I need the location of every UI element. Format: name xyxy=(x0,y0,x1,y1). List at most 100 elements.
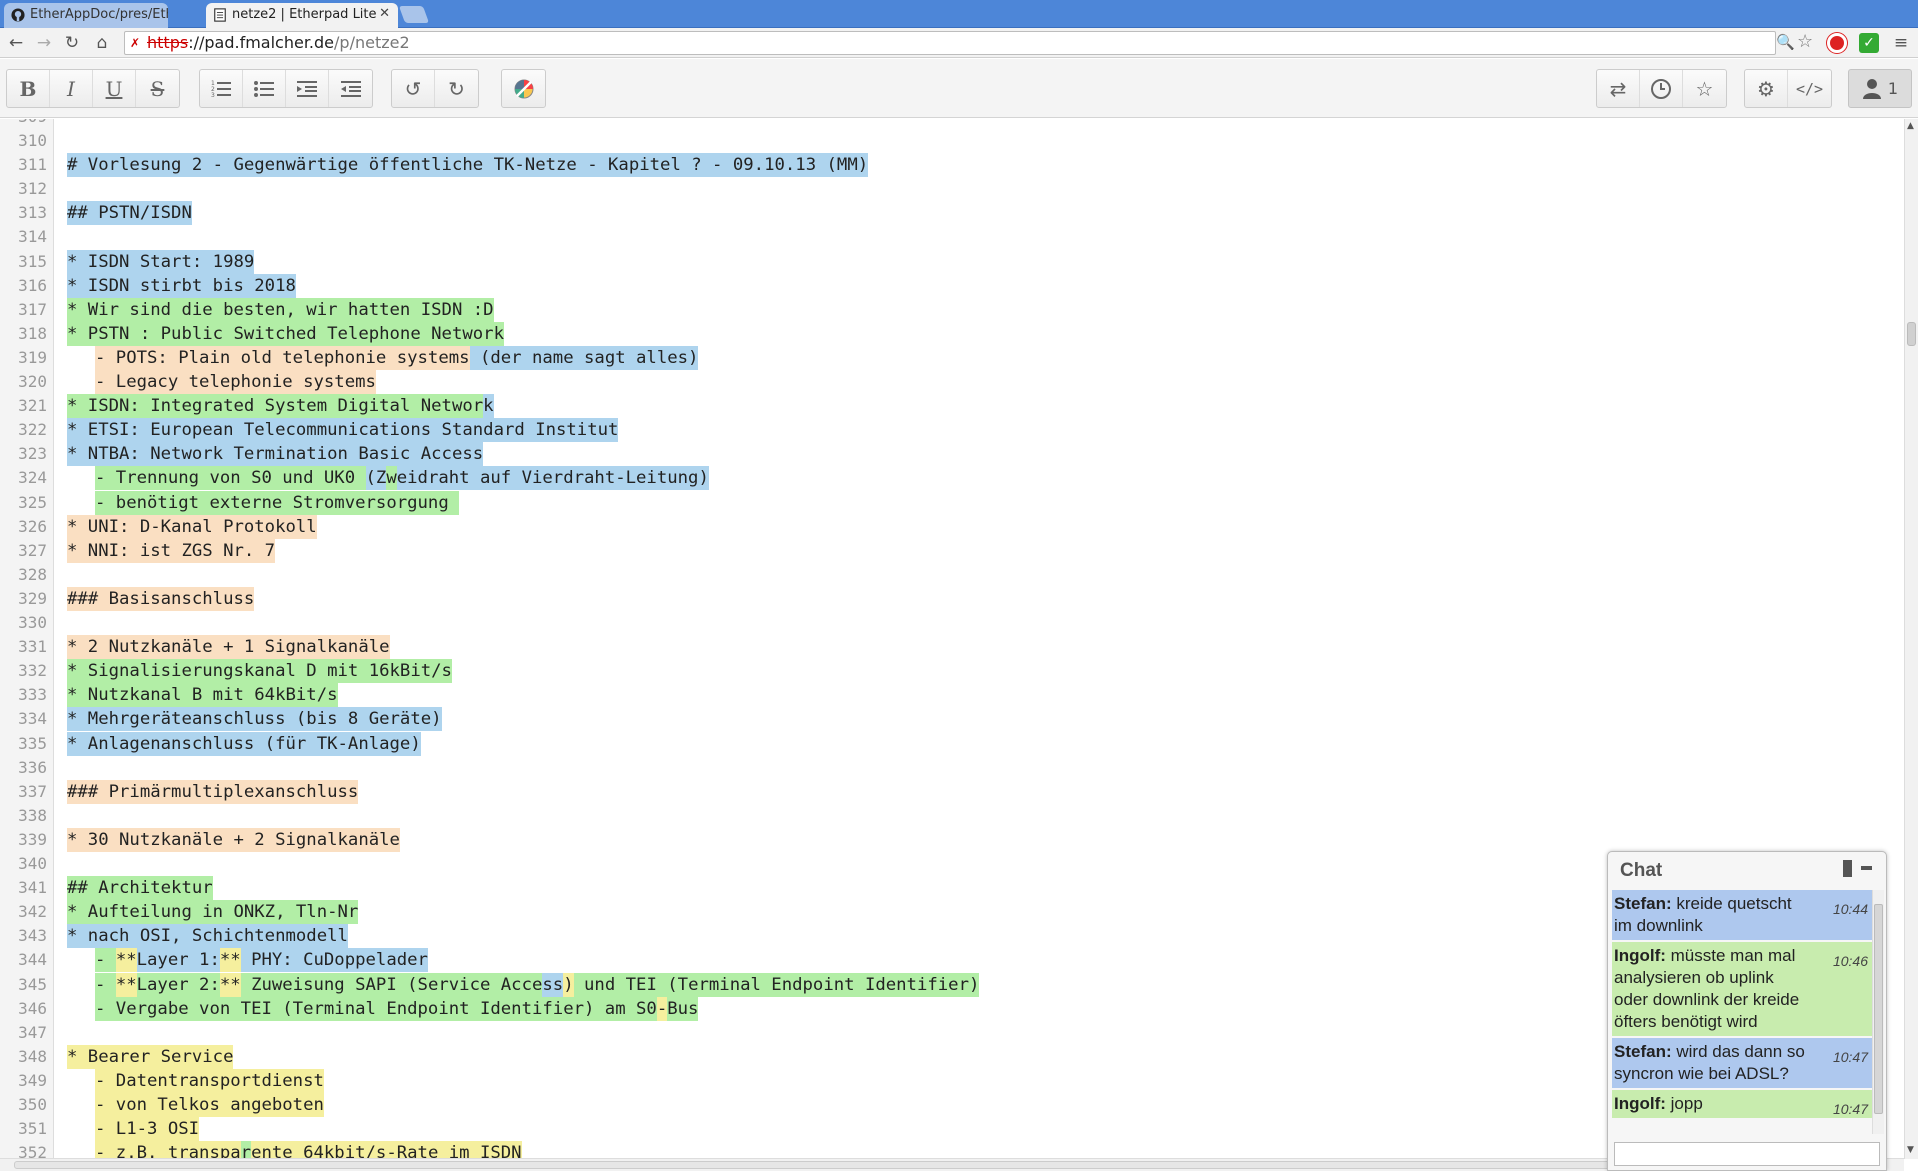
unordered-list-icon[interactable] xyxy=(243,70,286,107)
pad-line[interactable]: ### Basisanschluss xyxy=(67,586,255,611)
author-text-span: * Signalisierungskanal D mit 16kBit/s xyxy=(67,659,452,684)
saved-revision-icon[interactable]: ☆ xyxy=(1683,70,1726,107)
pad-line[interactable]: * Mehrgeräteanschluss (bis 8 Geräte) xyxy=(67,707,442,732)
pad-line[interactable]: * nach OSI, Schichtenmodell xyxy=(67,924,348,949)
author-text-span: - POTS: Plain old telephonie systems xyxy=(95,345,470,370)
pad-line[interactable]: - L1-3 OSI xyxy=(95,1117,200,1142)
back-icon[interactable]: ← xyxy=(5,32,27,54)
pad-line[interactable]: * PSTN : Public Switched Telephone Netwo… xyxy=(67,321,504,346)
pad-line[interactable]: * Signalisierungskanal D mit 16kBit/s xyxy=(67,659,452,684)
pad-line[interactable]: * Nutzkanal B mit 64kBit/s xyxy=(67,683,338,708)
chat-input[interactable] xyxy=(1614,1142,1880,1166)
pad-line[interactable]: * Wir sind die besten, wir hatten ISDN :… xyxy=(67,297,494,322)
author-text-span: - xyxy=(656,996,668,1021)
pad-line[interactable]: * UNI: D-Kanal Protokoll xyxy=(67,514,317,539)
bookmark-star-icon[interactable]: ☆ xyxy=(1797,31,1813,52)
pad-line[interactable]: * Aufteilung in ONKZ, Tln-Nr xyxy=(67,900,359,925)
pad-line[interactable]: - Vergabe von TEI (Terminal Endpoint Ide… xyxy=(95,996,699,1021)
tab-netze2[interactable]: netze2 | Etherpad Lite ✕ xyxy=(206,3,398,28)
line-number: 350 xyxy=(18,1095,47,1114)
import-export-icon[interactable]: ⇄ xyxy=(1597,70,1640,107)
menu-icon[interactable]: ≡ xyxy=(1890,32,1912,54)
pad-line[interactable]: - Trennung von S0 und UK0 (Zweidraht auf… xyxy=(95,466,709,491)
pad-line[interactable]: * 2 Nutzkanäle + 1 Signalkanäle xyxy=(67,635,390,660)
author-text-span: Layer 2: xyxy=(136,972,220,997)
new-tab-button[interactable] xyxy=(398,6,430,23)
redo-icon[interactable]: ↻ xyxy=(435,70,478,107)
scroll-thumb[interactable] xyxy=(1874,904,1883,1114)
line-number: 309 xyxy=(0,119,47,129)
author-text-span: - von Telkos angeboten xyxy=(95,1093,324,1117)
scroll-thumb[interactable] xyxy=(14,1161,1886,1169)
line-number: 336 xyxy=(18,757,47,777)
italic-icon[interactable]: I xyxy=(50,70,93,107)
author-text-span: * Aufteilung in ONKZ, Tln-Nr xyxy=(67,900,359,925)
home-icon[interactable]: ⌂ xyxy=(91,32,113,54)
pad-line[interactable]: * Bearer Service xyxy=(67,1044,234,1069)
etherpad-icon xyxy=(214,8,226,22)
scroll-up-icon[interactable]: ▲ xyxy=(1907,121,1914,131)
pad-line[interactable]: * ISDN Start: 1989 xyxy=(67,249,255,274)
github-icon xyxy=(11,8,25,22)
pad-line[interactable]: ## Architektur xyxy=(67,876,213,901)
pad-line[interactable]: # Vorlesung 2 - Gegenwärtige öffentliche… xyxy=(67,153,869,178)
line-number: 339 xyxy=(18,829,47,849)
chat-time: 10:47 xyxy=(1832,1101,1868,1117)
checkmark-extension-icon[interactable]: ✓ xyxy=(1859,33,1879,53)
reload-icon[interactable]: ↻ xyxy=(61,32,83,54)
strikethrough-icon[interactable]: S xyxy=(136,70,179,107)
insecure-lock-icon: ✗ xyxy=(130,36,141,50)
settings-icon[interactable]: ⚙ xyxy=(1745,70,1788,107)
bold-icon[interactable]: B xyxy=(7,70,50,107)
outdent-icon[interactable] xyxy=(329,70,372,107)
pad-line[interactable]: - Legacy telephonie systems xyxy=(95,370,376,394)
pad-line[interactable]: - von Telkos angeboten xyxy=(95,1093,324,1117)
author-text-span: r xyxy=(240,1141,252,1159)
timeslider-icon[interactable] xyxy=(1640,70,1683,107)
ordered-list-icon[interactable]: 123 xyxy=(200,70,243,107)
line-number: 317 xyxy=(18,299,47,319)
author-text-span: - Datentransportdienst xyxy=(95,1068,324,1093)
editor-vertical-scrollbar[interactable]: ▲ ▼ xyxy=(1904,119,1918,1159)
pad-line[interactable]: - benötigt externe Stromversorgung xyxy=(95,490,460,515)
pad-line[interactable]: * 30 Nutzkanäle + 2 Signalkanäle xyxy=(67,827,400,852)
scroll-down-icon[interactable]: ▼ xyxy=(1907,1145,1914,1155)
clear-authorship-icon[interactable] xyxy=(502,70,545,107)
author-text-span: * NTBA: Network Termination Basic Access xyxy=(67,442,484,467)
forward-icon[interactable]: → xyxy=(33,32,55,54)
line-number: 351 xyxy=(18,1119,47,1139)
embed-icon[interactable]: </> xyxy=(1788,70,1831,107)
pad-line[interactable]: - z.B. transparente 64kbit/s-Rate im ISD… xyxy=(95,1141,522,1159)
pad-line[interactable]: * ISDN: Integrated System Digital Networ… xyxy=(67,394,494,419)
pad-line[interactable]: ### Primärmultiplexanschluss xyxy=(67,779,359,804)
pad-line[interactable]: * ETSI: European Telecommunications Stan… xyxy=(67,418,619,443)
tab-etherappdoc[interactable]: EtherAppDoc/pres/Ethe xyxy=(4,3,168,28)
pad-line[interactable]: - POTS: Plain old telephonie systems (de… xyxy=(95,345,699,370)
author-text-span: - Legacy telephonie systems xyxy=(95,370,376,394)
scroll-thumb[interactable] xyxy=(1907,322,1916,346)
pad-line[interactable]: * NTBA: Network Termination Basic Access xyxy=(67,442,484,467)
stick-chat-icon[interactable] xyxy=(1843,860,1852,877)
chat-scrollbar[interactable] xyxy=(1872,890,1884,1134)
adblock-extension-icon[interactable] xyxy=(1827,33,1847,53)
indent-icon[interactable] xyxy=(286,70,329,107)
zoom-icon[interactable]: 🔍 xyxy=(1776,33,1795,51)
pad-line[interactable]: ## PSTN/ISDN xyxy=(67,201,192,226)
pad-line[interactable]: * Anlagenanschluss (für TK-Anlage) xyxy=(67,731,421,756)
undo-icon[interactable]: ↺ xyxy=(392,70,435,107)
line-number: 323 xyxy=(18,444,47,464)
line-number: 322 xyxy=(18,420,47,440)
users-button[interactable]: 1 xyxy=(1848,69,1912,108)
close-tab-icon[interactable]: ✕ xyxy=(379,6,390,21)
underline-icon[interactable]: U xyxy=(93,70,136,107)
pad-line[interactable]: - Datentransportdienst xyxy=(95,1068,324,1093)
minimize-chat-icon[interactable] xyxy=(1861,866,1872,870)
pad-line[interactable]: - **Layer 2:** Zuweisung SAPI (Service A… xyxy=(95,972,980,997)
url-host: ://pad.fmalcher.de xyxy=(188,33,335,52)
author-text-span: ente 64kbit/s-Rate im ISDN xyxy=(251,1141,522,1159)
pad-line[interactable]: - **Layer 1:** PHY: CuDoppelader xyxy=(95,948,428,973)
line-number: 318 xyxy=(18,323,47,343)
address-bar[interactable]: ✗ https://pad.fmalcher.de/p/netze2 xyxy=(124,31,1776,55)
pad-line[interactable]: * NNI: ist ZGS Nr. 7 xyxy=(67,538,276,563)
pad-line[interactable]: * ISDN stirbt bis 2018 xyxy=(67,273,296,298)
